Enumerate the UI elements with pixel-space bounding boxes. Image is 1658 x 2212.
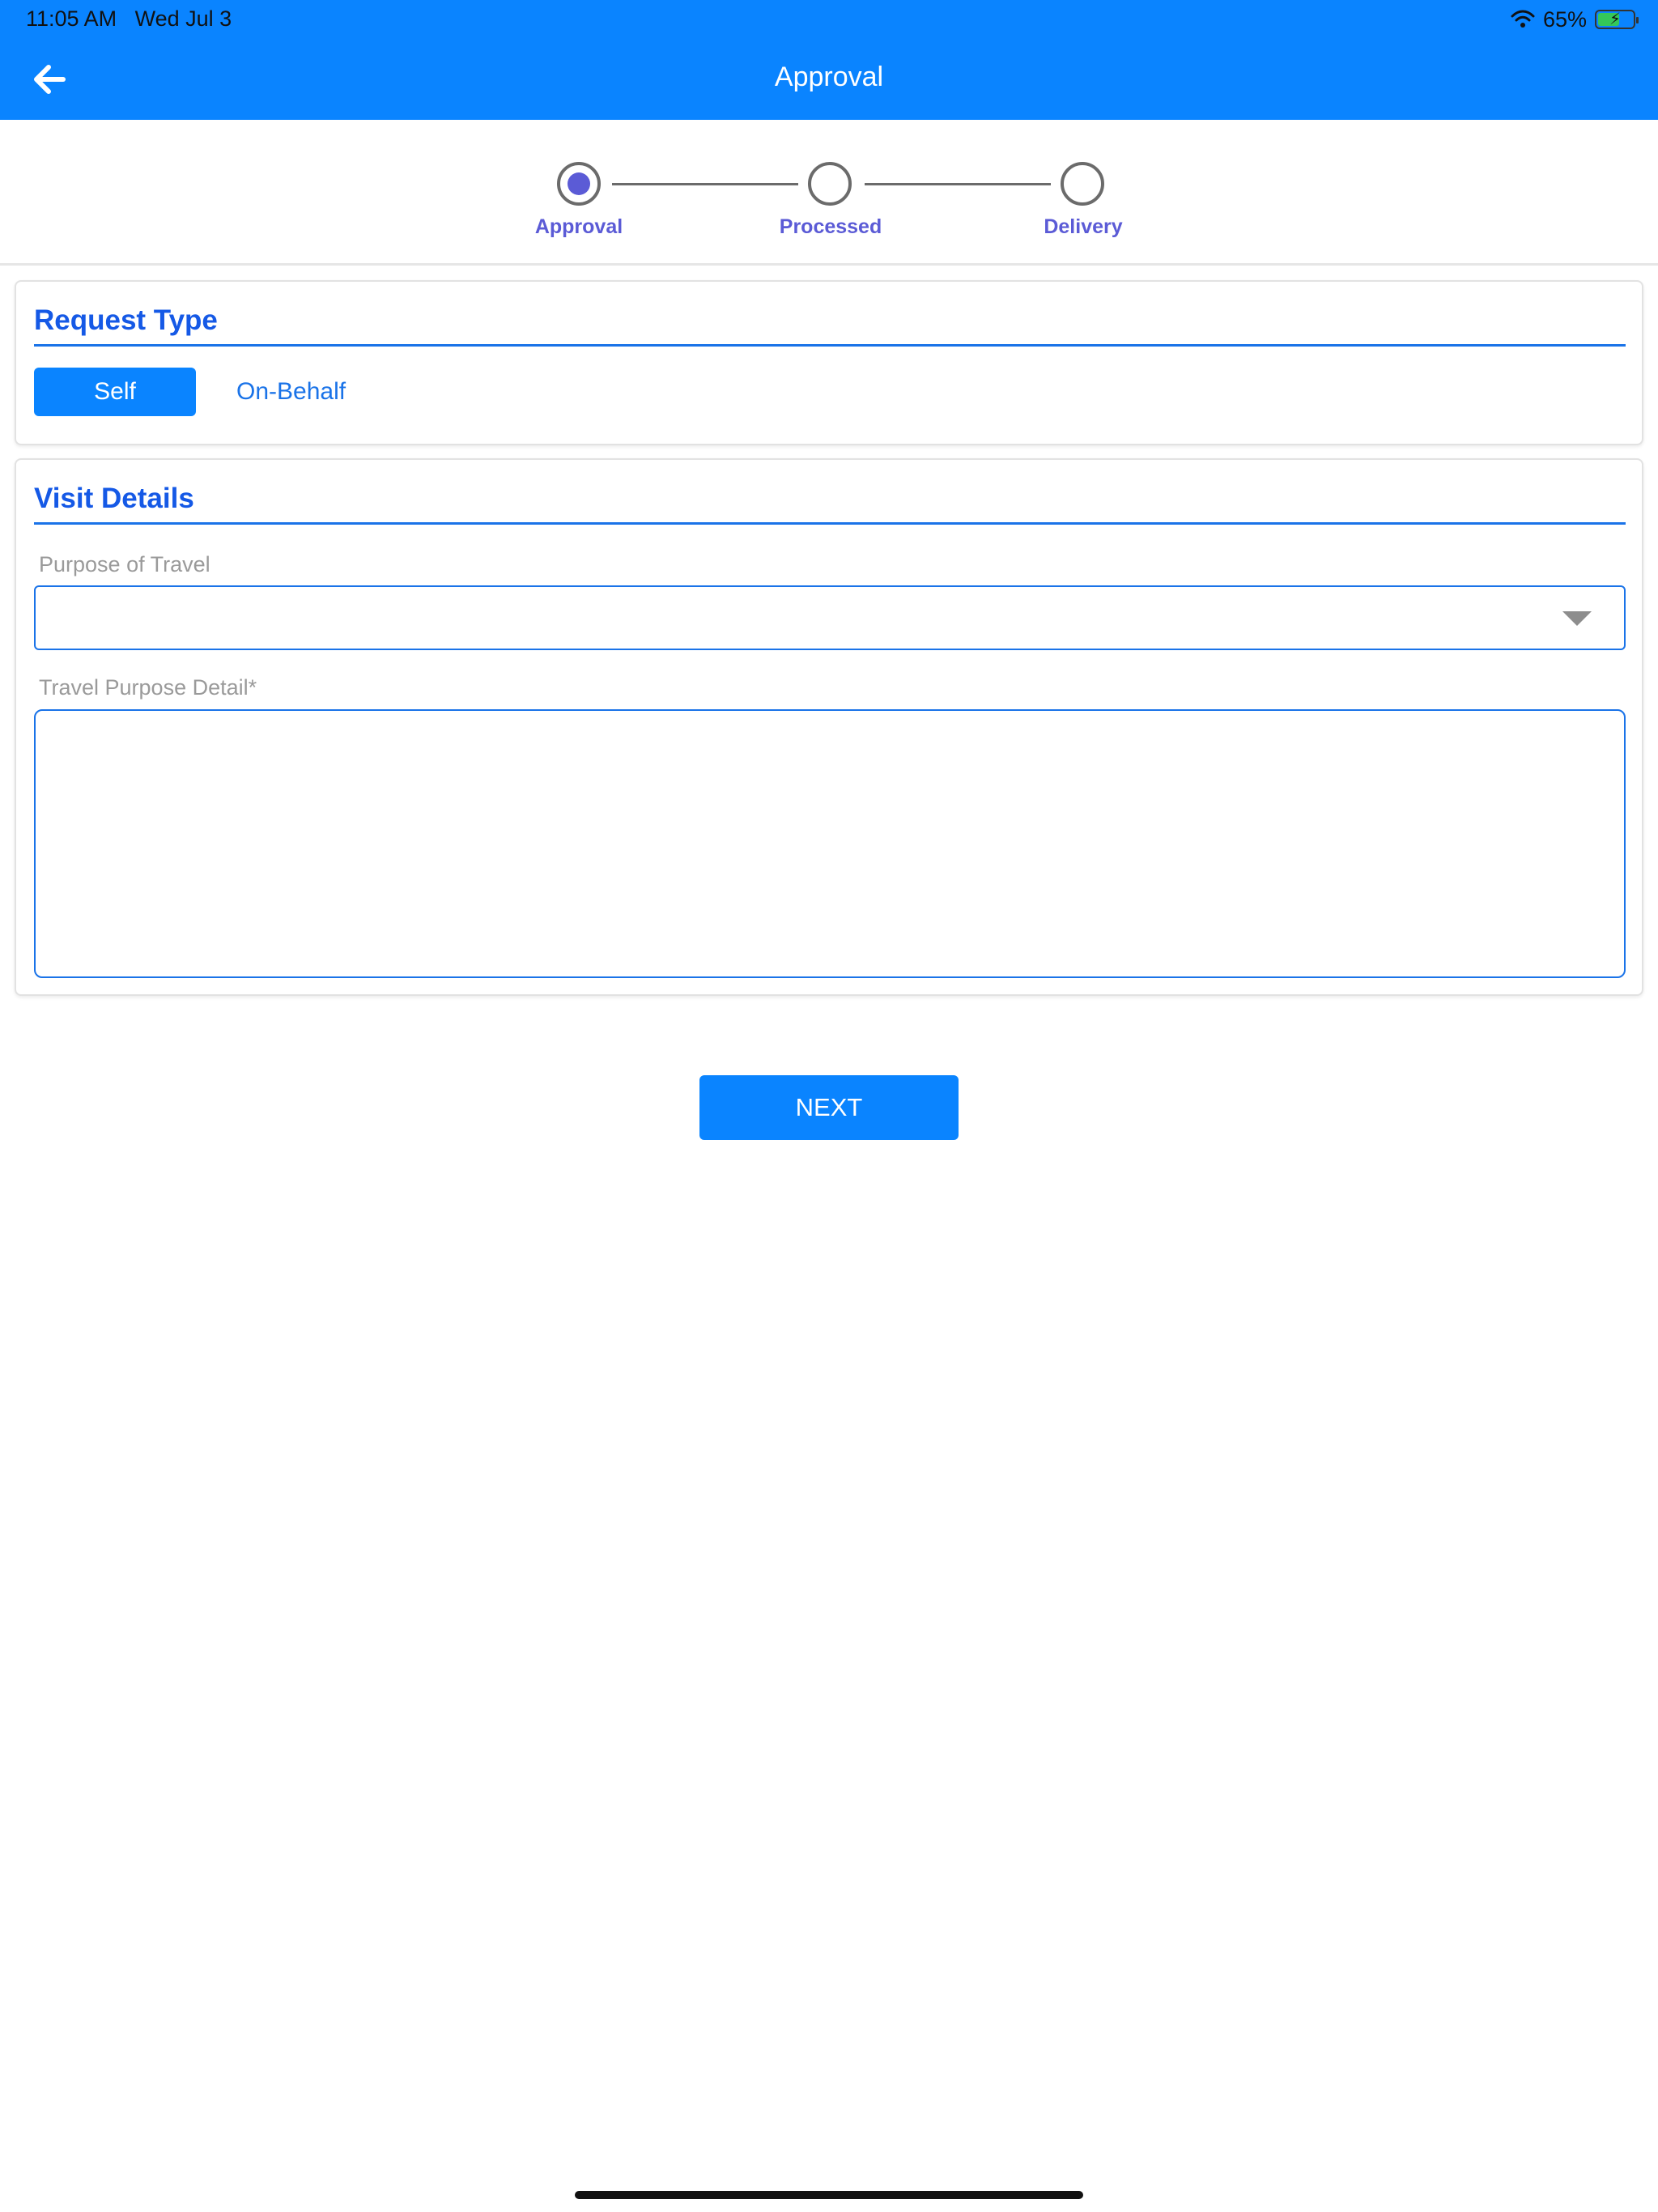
request-type-card: Request Type Self On-Behalf [15,280,1643,445]
step-connector [865,183,1051,185]
next-button[interactable]: NEXT [699,1075,959,1140]
on-behalf-option-button[interactable]: On-Behalf [236,368,346,416]
status-indicators: 65% ⚡ [1511,6,1639,32]
section-divider [34,344,1626,347]
travel-purpose-detail-label: Travel Purpose Detail* [39,675,257,700]
charging-bolt-icon: ⚡ [1609,11,1622,28]
travel-purpose-detail-input[interactable] [34,709,1626,978]
wifi-icon [1511,10,1535,28]
dropdown-arrow-icon [1562,611,1592,626]
battery-percent: 65% [1542,6,1587,32]
section-title: Visit Details [34,483,194,514]
step-processed-indicator [808,162,852,206]
home-indicator[interactable] [575,2191,1083,2199]
status-time-date: 11:05 AM Wed Jul 3 [26,6,232,32]
self-option-button[interactable]: Self [34,368,196,416]
step-label: Processed [779,215,882,238]
battery-icon: ⚡ [1595,10,1639,29]
status-time: 11:05 AM [26,6,117,31]
step-connector [612,183,798,185]
progress-stepper: Approval Processed Delivery [0,120,1658,266]
section-divider [34,522,1626,525]
step-approval-indicator [557,162,601,206]
step-label: Delivery [1044,215,1123,238]
visit-details-card: Visit Details Purpose of Travel Travel P… [15,458,1643,996]
page-title: Approval [774,62,884,92]
purpose-of-travel-label: Purpose of Travel [39,552,210,576]
step-delivery-indicator [1061,162,1104,206]
section-title: Request Type [34,304,218,336]
purpose-of-travel-select[interactable] [34,585,1626,650]
app-header: 11:05 AM Wed Jul 3 65% ⚡ Approval [0,0,1658,120]
status-date: Wed Jul 3 [134,6,232,31]
step-label: Approval [534,215,623,238]
